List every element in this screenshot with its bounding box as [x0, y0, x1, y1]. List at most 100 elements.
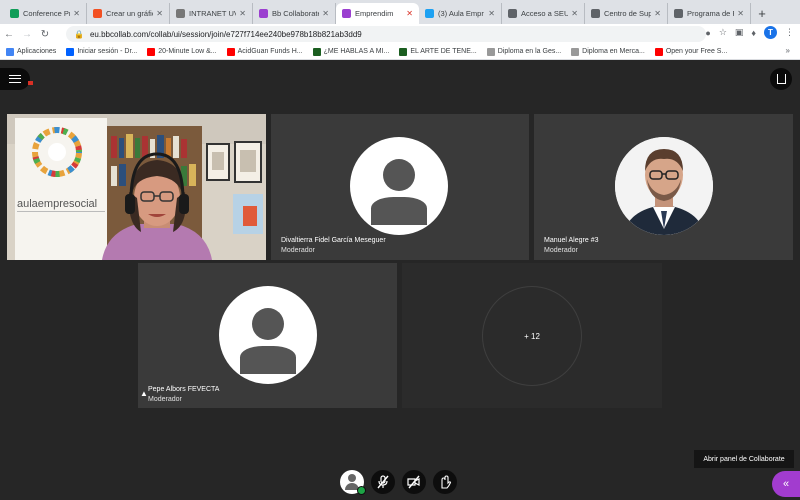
bookmark-favicon-icon [312, 47, 321, 56]
tab-favicon-icon [674, 9, 683, 18]
hamburger-icon [9, 75, 21, 83]
tab-title: Bb Collaborate [272, 9, 320, 18]
bookmark-item[interactable]: EL ARTE DE TENE... [399, 47, 477, 56]
participant-name: Divaltierra Fidel García Meseguer [281, 237, 386, 244]
bookmark-item[interactable]: 20-Minute Low &... [147, 47, 217, 56]
bookmark-label: Open your Free S... [665, 48, 728, 55]
participant-photo [615, 137, 713, 235]
bookmark-label: Diploma en la Ges... [497, 48, 562, 55]
browser-tab[interactable]: Emprendim ✕ [336, 3, 419, 24]
session-stage: aulaempresocial Divaltierra Fidel García… [0, 60, 800, 500]
browser-tab[interactable]: Bb Collaborate ✕ [253, 3, 336, 24]
tab-title: Crear un gráfic [106, 9, 154, 18]
bookmark-item[interactable]: Aplicaciones [6, 47, 57, 56]
bookmark-label: Iniciar sesión - Dr... [77, 48, 138, 55]
video-tile-speaker[interactable]: aulaempresocial [7, 114, 266, 260]
bookmark-favicon-icon [486, 47, 495, 56]
back-icon[interactable]: ← [0, 29, 18, 40]
close-tab-icon[interactable]: ✕ [156, 9, 163, 18]
frame-icon [776, 74, 786, 84]
recording-indicator [28, 81, 33, 85]
browser-tab[interactable]: INTRANET UV ✕ [170, 3, 253, 24]
participant-tile[interactable]: Manuel Alegre #3 Moderador [534, 114, 793, 260]
avatar-placeholder [350, 137, 448, 235]
tab-title: Acceso a SEU [521, 9, 569, 18]
lock-icon: 🔒 [74, 29, 84, 39]
bookmark-label: Diploma en Merca... [582, 48, 645, 55]
extension-icon[interactable]: ▣ [735, 27, 744, 38]
camera-icon[interactable]: ● [705, 28, 710, 38]
bookmark-label: ¿ME HABLAS A MI... [323, 48, 390, 55]
bookmarks-more-button[interactable]: » [786, 46, 790, 55]
more-participants-tile[interactable]: + 12 [402, 263, 662, 408]
puzzle-icon[interactable]: ♦ [751, 28, 756, 38]
browser-tab[interactable]: Crear un gráfic ✕ [87, 3, 170, 24]
bookmark-favicon-icon [66, 47, 75, 56]
browser-tab[interactable]: Centro de Sup ✕ [585, 3, 668, 24]
bookmark-item[interactable]: AcidGuan Funds H... [226, 47, 303, 56]
profile-avatar[interactable]: T [764, 26, 777, 39]
exit-fullscreen-button[interactable] [770, 68, 792, 90]
close-tab-icon[interactable]: ✕ [654, 9, 661, 18]
collaborate-panel-tooltip: Abrir panel de Collaborate [694, 450, 794, 468]
kebab-menu-icon[interactable]: ⋮ [785, 27, 794, 38]
close-tab-icon[interactable]: ✕ [737, 9, 744, 18]
open-collaborate-panel-button[interactable]: « [772, 471, 800, 497]
participant-tile[interactable]: ▲ Pepe Albors FEVECTA Moderador [138, 263, 397, 408]
close-tab-icon[interactable]: ✕ [73, 9, 80, 18]
tab-favicon-icon [93, 9, 102, 18]
bookmark-label: Aplicaciones [17, 48, 57, 55]
more-participants-count: + 12 [482, 286, 582, 386]
bookmark-label: 20-Minute Low &... [158, 48, 217, 55]
status-online-badge [357, 486, 366, 495]
bookmark-item[interactable]: ¿ME HABLAS A MI... [312, 47, 390, 56]
microphone-toggle[interactable] [371, 470, 395, 494]
bookmark-label: AcidGuan Funds H... [237, 48, 303, 55]
forward-icon[interactable]: → [18, 29, 36, 40]
bookmark-favicon-icon [6, 47, 14, 56]
close-tab-icon[interactable]: ✕ [239, 9, 246, 18]
hand-icon [441, 475, 452, 489]
star-icon[interactable]: ☆ [719, 27, 727, 38]
browser-tab[interactable]: Acceso a SEU ✕ [502, 3, 585, 24]
browser-tab[interactable]: (3) Aula Empr ✕ [419, 3, 502, 24]
participant-role: Moderador [544, 247, 578, 254]
bookmark-item[interactable]: Open your Free S... [654, 47, 728, 56]
tab-favicon-icon [425, 9, 434, 18]
participant-role: Moderador [148, 396, 182, 403]
my-status-button[interactable] [340, 470, 366, 495]
bookmark-item[interactable]: Iniciar sesión - Dr... [66, 47, 138, 56]
tab-title: INTRANET UV [189, 9, 237, 18]
participant-tile[interactable]: Divaltierra Fidel García Meseguer Modera… [271, 114, 529, 260]
mic-off-icon [377, 475, 389, 489]
tab-favicon-icon [10, 9, 19, 18]
tab-favicon-icon [259, 9, 268, 18]
bookmark-favicon-icon [147, 47, 156, 56]
bookmark-label: EL ARTE DE TENE... [410, 48, 477, 55]
tab-favicon-icon [342, 9, 351, 18]
close-tab-icon[interactable]: ✕ [406, 9, 413, 18]
session-controls [340, 470, 457, 495]
session-menu-button[interactable] [0, 68, 30, 90]
browser-tab[interactable]: Conference Pr ✕ [4, 3, 87, 24]
participant-name: Manuel Alegre #3 [544, 237, 599, 244]
tab-title: Conference Pr [23, 9, 71, 18]
browser-tab[interactable]: Programa de P ✕ [668, 3, 751, 24]
address-bar-row: ← → ↻ 🔒 eu.bbcollab.com/collab/ui/sessio… [0, 24, 800, 44]
new-tab-button[interactable]: + [751, 3, 773, 24]
camera-off-icon [407, 475, 420, 489]
bookmark-item[interactable]: Diploma en Merca... [571, 47, 645, 56]
banner-text: aulaempresocial [17, 198, 97, 210]
tab-favicon-icon [176, 9, 185, 18]
tab-favicon-icon [591, 9, 600, 18]
reload-icon[interactable]: ↻ [36, 29, 54, 40]
bookmark-item[interactable]: Diploma en la Ges... [486, 47, 562, 56]
url-field[interactable]: 🔒 eu.bbcollab.com/collab/ui/session/join… [66, 26, 706, 42]
close-tab-icon[interactable]: ✕ [488, 9, 495, 18]
camera-toggle[interactable] [402, 470, 426, 494]
close-tab-icon[interactable]: ✕ [322, 9, 329, 18]
close-tab-icon[interactable]: ✕ [571, 9, 578, 18]
raise-hand-button[interactable] [433, 470, 457, 494]
bookmark-favicon-icon [399, 47, 408, 56]
bookmarks-bar: Aplicaciones Iniciar sesión - Dr... 20-Min… [0, 44, 800, 60]
